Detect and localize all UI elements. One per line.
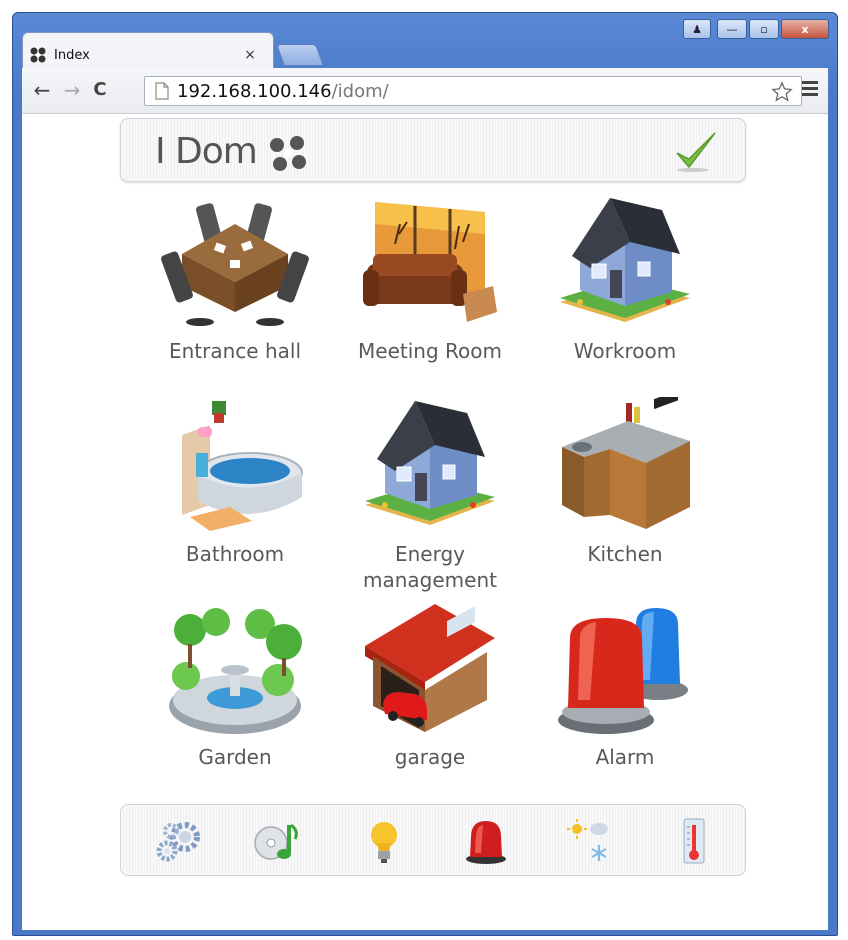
thermometer-icon[interactable] xyxy=(669,817,719,865)
room-tile-energy-management[interactable]: Energy management xyxy=(335,397,525,592)
flower-favicon-icon xyxy=(30,47,46,63)
light-bulb-icon[interactable] xyxy=(359,817,409,865)
room-tile-garage[interactable]: garage xyxy=(335,600,525,790)
checkmark-icon[interactable] xyxy=(673,129,719,173)
logo-text: I Dom xyxy=(155,131,258,172)
alarm-light-icon[interactable] xyxy=(461,817,511,865)
tab-close-icon[interactable]: × xyxy=(242,47,258,63)
music-cd-icon[interactable] xyxy=(251,817,301,865)
user-profile-button[interactable]: ♟ xyxy=(683,19,711,39)
room-tile-workroom[interactable]: Workroom xyxy=(530,194,720,384)
back-arrow-icon[interactable]: ← xyxy=(30,78,54,102)
bathtub-icon xyxy=(182,401,303,531)
flower-logo-icon xyxy=(270,136,306,171)
tab-title: Index xyxy=(54,47,90,63)
room-label: Bathroom xyxy=(185,542,285,566)
garage-car-icon xyxy=(365,604,495,732)
page-icon xyxy=(155,82,169,100)
room-label: Meeting Room xyxy=(358,339,502,363)
room-tile-alarm[interactable]: Alarm xyxy=(530,600,720,790)
house-icon xyxy=(365,401,495,525)
browser-toolbar: ← → C 192.168.100.146/idom/ xyxy=(22,68,828,114)
house-icon xyxy=(560,198,690,322)
window-controls: ♟ — ▫ x xyxy=(683,19,829,39)
url-path: /idom/ xyxy=(331,80,389,102)
close-window-button[interactable]: x xyxy=(781,19,829,39)
minimize-button[interactable]: — xyxy=(717,19,747,39)
room-label: Kitchen xyxy=(587,542,663,566)
page-content: I Dom Entrance hall Meeting Room Workroo… xyxy=(22,114,828,930)
room-tile-garden[interactable]: Garden xyxy=(140,600,330,790)
reload-icon[interactable]: C xyxy=(88,78,112,102)
gears-icon[interactable] xyxy=(153,817,203,865)
weather-icon[interactable] xyxy=(563,817,613,865)
room-label: Entrance hall xyxy=(168,339,301,363)
room-label: Energy management xyxy=(363,542,497,592)
room-label: Alarm xyxy=(595,745,655,769)
header-bar: I Dom xyxy=(120,118,746,182)
url-host: 192.168.100.146 xyxy=(177,80,332,102)
address-bar[interactable]: 192.168.100.146/idom/ xyxy=(144,76,802,106)
room-tile-bathroom[interactable]: Bathroom xyxy=(140,397,330,587)
forward-arrow-icon[interactable]: → xyxy=(60,78,84,102)
room-label: Workroom xyxy=(573,339,677,363)
sofa-window-icon xyxy=(363,202,497,322)
kitchen-counter-icon xyxy=(562,397,690,529)
footer-toolbar xyxy=(120,804,746,876)
garden-fountain-icon xyxy=(169,608,302,734)
room-tile-entrance-hall[interactable]: Entrance hall xyxy=(140,194,330,384)
room-label: Garden xyxy=(198,745,272,769)
room-tile-meeting-room[interactable]: Meeting Room xyxy=(335,194,525,384)
bookmark-star-icon[interactable] xyxy=(771,81,793,103)
new-tab-button[interactable] xyxy=(275,44,325,66)
siren-lights-icon xyxy=(558,608,688,734)
dining-table-icon xyxy=(161,203,309,326)
menu-icon[interactable] xyxy=(802,81,818,97)
maximize-button[interactable]: ▫ xyxy=(749,19,779,39)
room-label: garage xyxy=(394,745,466,769)
room-tile-kitchen[interactable]: Kitchen xyxy=(530,397,720,587)
tab-content: Index × xyxy=(28,42,258,68)
